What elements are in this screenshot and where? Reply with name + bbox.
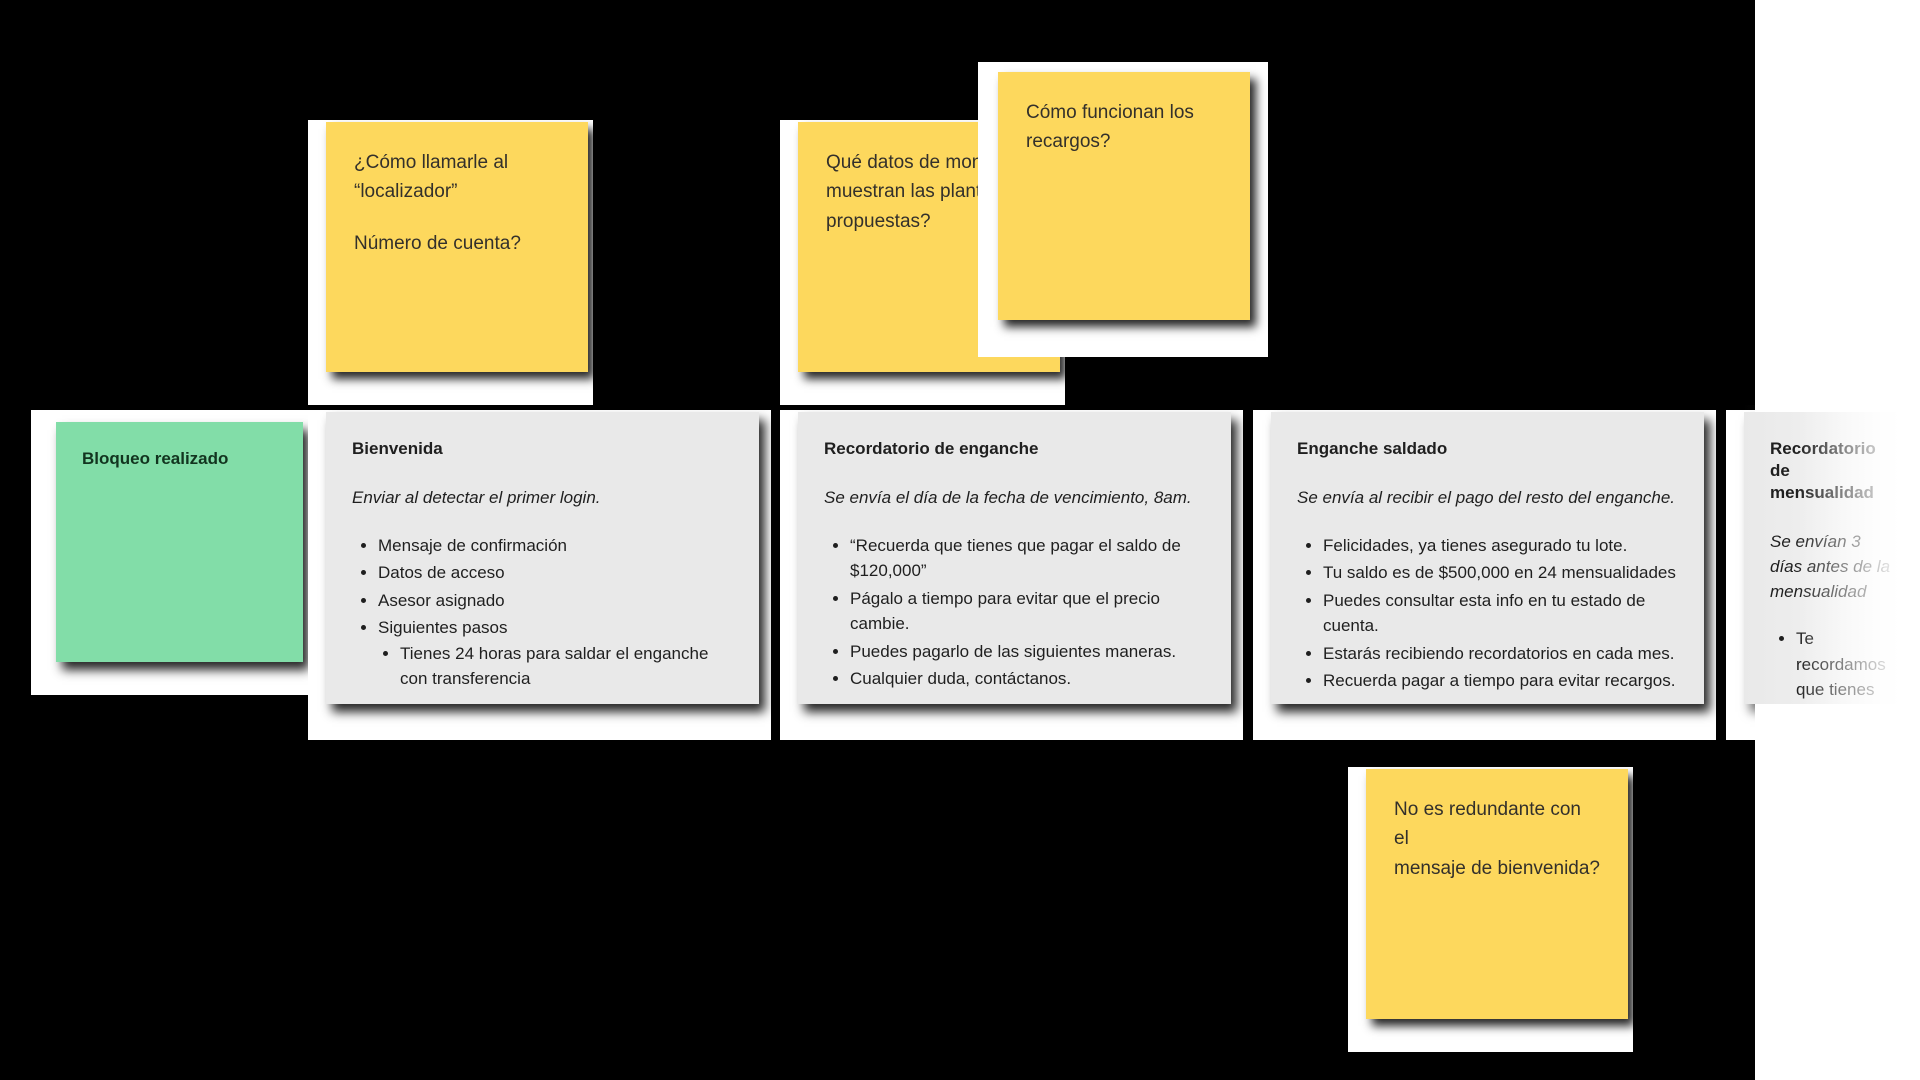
card-subtitle: Se envían 3 días antes de la mensualidad — [1770, 532, 1891, 601]
sticky-line: Cómo funcionan los — [1026, 102, 1194, 123]
card-bullet-list: Mensaje de confirmación Datos de acceso … — [352, 533, 733, 692]
list-item: Puedes pagarlo de las siguientes maneras… — [850, 639, 1205, 665]
card-title: Bienvenida — [352, 439, 443, 458]
sticky-line: No es redundante con el — [1394, 799, 1581, 850]
list-item: Págalo a tiempo para evitar que el preci… — [850, 586, 1205, 637]
card-title: Bloqueo realizado — [82, 449, 229, 468]
list-item: Estarás recibiendo recordatorios en cada… — [1323, 641, 1678, 667]
card-bullet-list: Felicidades, ya tienes asegurado tu lote… — [1297, 533, 1678, 694]
board-canvas: ¿Cómo llamarle al “localizador” Número d… — [0, 0, 1920, 1080]
list-item: Tienes 24 horas para saldar el enganche … — [400, 641, 733, 692]
list-item: Cualquier duda, contáctanos. — [850, 666, 1205, 692]
sticky-line: recargos? — [1026, 131, 1111, 153]
card-title: Enganche saldado — [1297, 439, 1448, 458]
card-enganche-saldado[interactable]: Enganche saldado Se envía al recibir el … — [1271, 412, 1704, 704]
list-item-label: Siguientes pasos — [378, 618, 508, 638]
sticky-note-localizador[interactable]: ¿Cómo llamarle al “localizador” Número d… — [326, 122, 588, 372]
list-item: Te recordamos que tienes que pagar antes… — [1796, 626, 1894, 704]
list-item: Puedes consultar esta info en tu estado … — [1323, 588, 1678, 639]
list-item: Felicidades, ya tienes asegurado tu lote… — [1323, 533, 1678, 559]
card-bloqueo-realizado[interactable]: Bloqueo realizado — [56, 422, 303, 662]
card-bienvenida[interactable]: Bienvenida Enviar al detectar el primer … — [326, 412, 759, 704]
sticky-spacer — [354, 207, 560, 229]
list-item: Tu saldo es de $500,000 en 24 mensualida… — [1323, 560, 1678, 586]
list-item: Asesor asignado — [378, 588, 733, 614]
card-sub-bullet-list: Tienes 24 horas para saldar el enganche … — [378, 641, 733, 692]
list-item: Recuerda pagar a tiempo para evitar reca… — [1323, 668, 1678, 694]
list-item: Datos de acceso — [378, 560, 733, 586]
list-item: “Recuerda que tienes que pagar el saldo … — [850, 533, 1205, 584]
card-subtitle: Se envía el día de la fecha de vencimien… — [824, 488, 1192, 508]
sticky-note-redundante-bienvenida[interactable]: No es redundante con el mensaje de bienv… — [1366, 769, 1628, 1019]
card-bullet-list: “Recuerda que tienes que pagar el saldo … — [824, 533, 1205, 692]
card-bullet-list: Te recordamos que tienes que pagar antes… — [1770, 626, 1894, 704]
sticky-line: ¿Cómo llamarle al — [354, 152, 509, 173]
card-title: Recordatorio de enganche — [824, 439, 1039, 458]
list-item: Mensaje de confirmación — [378, 533, 733, 559]
card-subtitle: Enviar al detectar el primer login. — [352, 488, 601, 508]
card-recordatorio-enganche[interactable]: Recordatorio de enganche Se envía el día… — [798, 412, 1231, 704]
list-item: Siguientes pasos Tienes 24 horas para sa… — [378, 615, 733, 692]
card-recordatorio-mensualidad-visible[interactable]: Recordatorio de mensualidad Se envían 3 … — [1744, 412, 1920, 704]
sticky-line: Número de cuenta? — [354, 232, 521, 254]
card-title: Recordatorio de mensualidad — [1770, 439, 1876, 503]
card-subtitle: Se envía al recibir el pago del resto de… — [1297, 488, 1676, 508]
sticky-note-recargos[interactable]: Cómo funcionan los recargos? — [998, 72, 1250, 320]
sticky-line: “localizador” — [354, 181, 458, 203]
sticky-line: mensaje de bienvenida? — [1394, 857, 1600, 879]
